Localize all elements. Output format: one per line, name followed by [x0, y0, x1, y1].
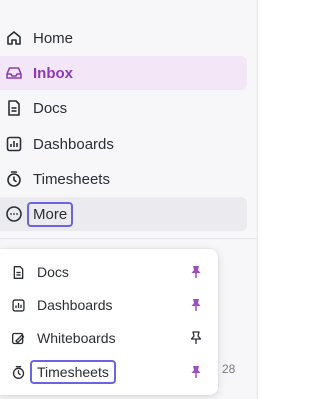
sidebar-item-inbox[interactable]: Inbox [0, 56, 247, 90]
more-menu-item-timesheets[interactable]: Timesheets [0, 357, 218, 387]
inbox-icon [4, 63, 24, 83]
more-menu-item-label: Whiteboards [37, 330, 116, 346]
pin-icon[interactable] [188, 264, 204, 280]
timesheets-icon [10, 364, 26, 380]
more-menu-item-label: Timesheets [30, 360, 116, 384]
dashboards-icon [10, 297, 26, 313]
sidebar-item-label: Home [33, 29, 74, 47]
background-number: 28 [222, 362, 236, 376]
main-content-edge [257, 0, 282, 399]
sidebar-item-label: Timesheets [33, 170, 110, 188]
pin-icon[interactable] [188, 297, 204, 313]
timesheets-icon [4, 169, 24, 189]
unpinned-pin-icon[interactable] [188, 330, 204, 346]
pin-icon[interactable] [188, 364, 204, 380]
dashboards-icon [4, 134, 24, 154]
sidebar-item-label: Inbox [33, 64, 73, 82]
sidebar-item-more[interactable]: More [0, 197, 247, 231]
sidebar-item-label: Docs [33, 99, 68, 117]
more-menu-item-whiteboards[interactable]: Whiteboards [0, 323, 218, 353]
home-icon [4, 28, 24, 48]
more-menu-item-label: Dashboards [37, 297, 113, 313]
sidebar-item-home[interactable]: Home [0, 21, 247, 55]
more-menu-popup: Docs Dashboards Whiteboards Timesheets [0, 249, 218, 395]
more-menu-item-dashboards[interactable]: Dashboards [0, 290, 218, 320]
more-icon [4, 204, 24, 224]
sidebar-item-docs[interactable]: Docs [0, 91, 247, 125]
more-menu-item-label: Docs [37, 264, 69, 280]
docs-icon [10, 264, 26, 280]
more-menu-item-docs[interactable]: Docs [0, 257, 218, 287]
sidebar-item-timesheets[interactable]: Timesheets [0, 162, 247, 196]
sidebar-item-dashboards[interactable]: Dashboards [0, 127, 247, 161]
docs-icon [4, 98, 24, 118]
whiteboards-icon [10, 330, 26, 346]
sidebar-item-label: Dashboards [33, 135, 114, 153]
divider [0, 238, 257, 239]
sidebar-item-label: More [27, 201, 74, 227]
